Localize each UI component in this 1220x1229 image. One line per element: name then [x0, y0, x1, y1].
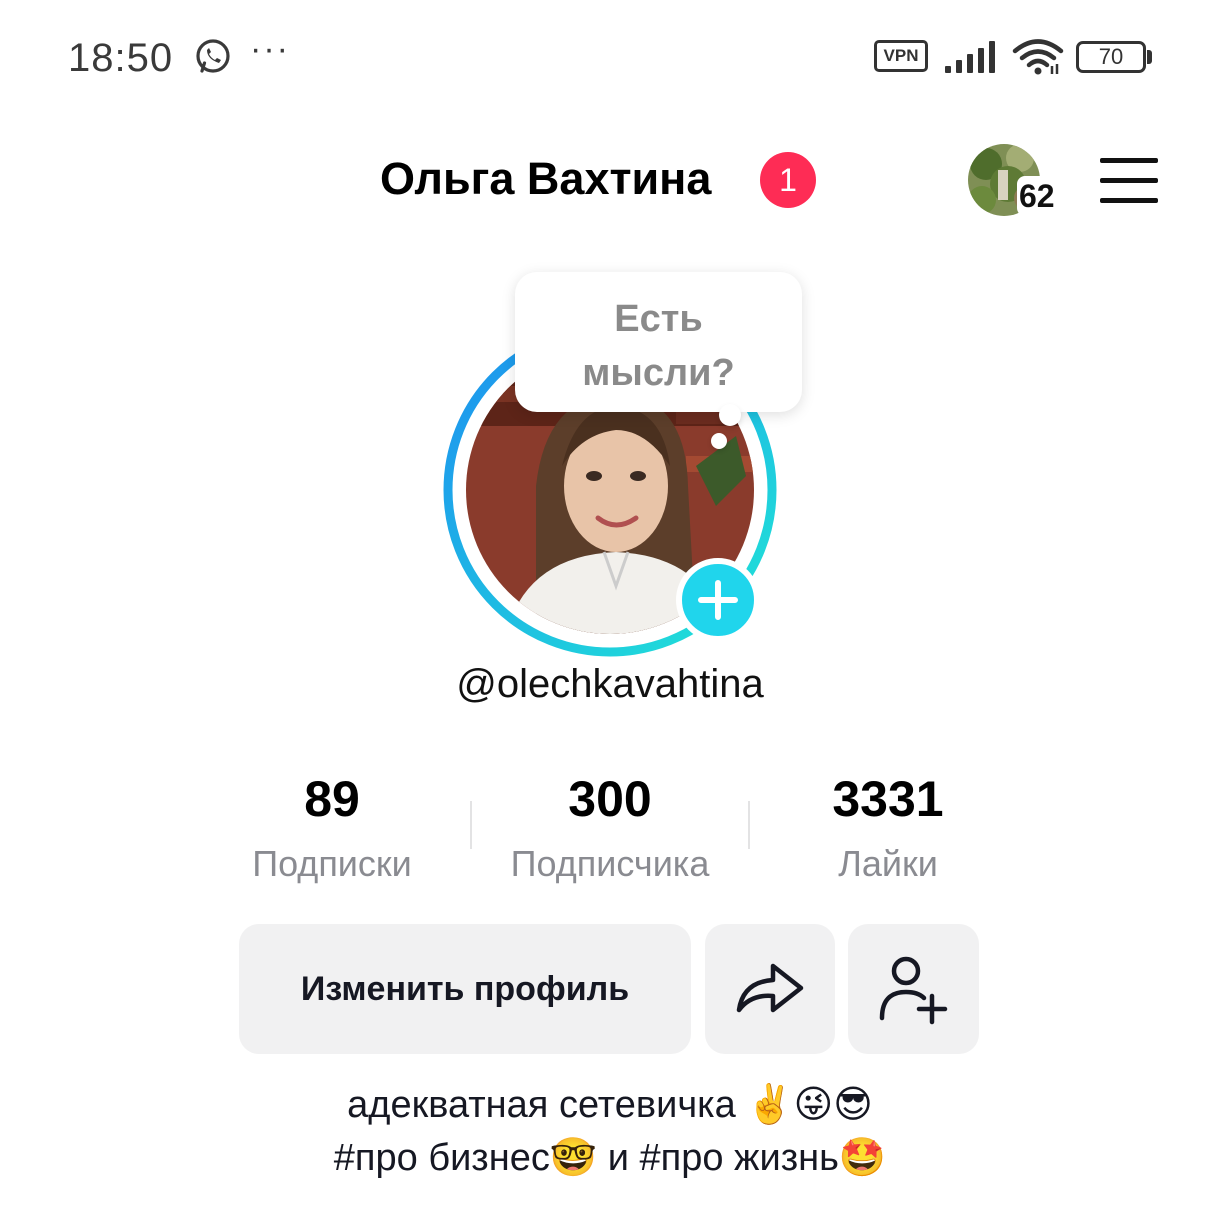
edit-profile-button[interactable]: Изменить профиль	[239, 924, 691, 1054]
bio-line2: #про бизнес🤓 и #про жизнь🤩	[333, 1137, 887, 1179]
hamburger-icon-line	[1100, 198, 1158, 203]
add-user-icon	[879, 956, 948, 1025]
battery-icon: 70	[1076, 41, 1146, 73]
status-time: 18:50	[68, 36, 174, 80]
hamburger-icon-line	[1100, 158, 1158, 163]
add-friend-button[interactable]	[848, 924, 979, 1054]
likes-label: Лайки	[838, 843, 938, 884]
vpn-icon: VPN	[874, 40, 928, 72]
bio-line1: адекватная сетевичка ✌️😜😎	[347, 1084, 873, 1126]
status-bar: 18:50 ··· VPN 70	[0, 0, 1220, 115]
friends-count: 62	[1017, 176, 1057, 216]
battery-tip	[1147, 50, 1152, 64]
share-profile-button[interactable]	[705, 924, 835, 1054]
followers-count: 300	[568, 771, 652, 827]
following-count: 89	[304, 771, 360, 827]
thought-bubble-tail-dot	[711, 433, 727, 449]
following-stat[interactable]: 89 Подписки	[202, 768, 462, 896]
notification-badge: 1	[760, 152, 816, 208]
plus-icon	[698, 580, 738, 620]
followers-label: Подписчика	[510, 843, 710, 884]
more-notifications-icon: ···	[250, 30, 290, 68]
following-label: Подписки	[252, 843, 412, 884]
menu-button[interactable]	[1100, 156, 1160, 204]
hamburger-icon-line	[1100, 178, 1158, 183]
signal-icon	[945, 41, 995, 73]
username: @olechkavahtina	[456, 662, 764, 706]
profile-name[interactable]: Ольга Вахтина	[380, 153, 711, 205]
thought-bubble[interactable]: Есть мысли?	[515, 272, 802, 412]
likes-stat[interactable]: 3331 Лайки	[758, 768, 1018, 896]
thought-bubble-line2: мысли?	[582, 352, 735, 394]
thought-bubble-tail	[719, 404, 741, 426]
stat-divider	[470, 801, 472, 849]
wifi-icon	[1012, 39, 1064, 75]
stat-divider	[748, 801, 750, 849]
share-arrow-icon	[736, 963, 804, 1013]
thought-bubble-line1: Есть	[614, 298, 703, 340]
likes-count: 3331	[832, 771, 944, 827]
whatsapp-icon	[196, 39, 230, 73]
add-story-button[interactable]	[676, 558, 760, 642]
followers-stat[interactable]: 300 Подписчика	[480, 768, 740, 896]
